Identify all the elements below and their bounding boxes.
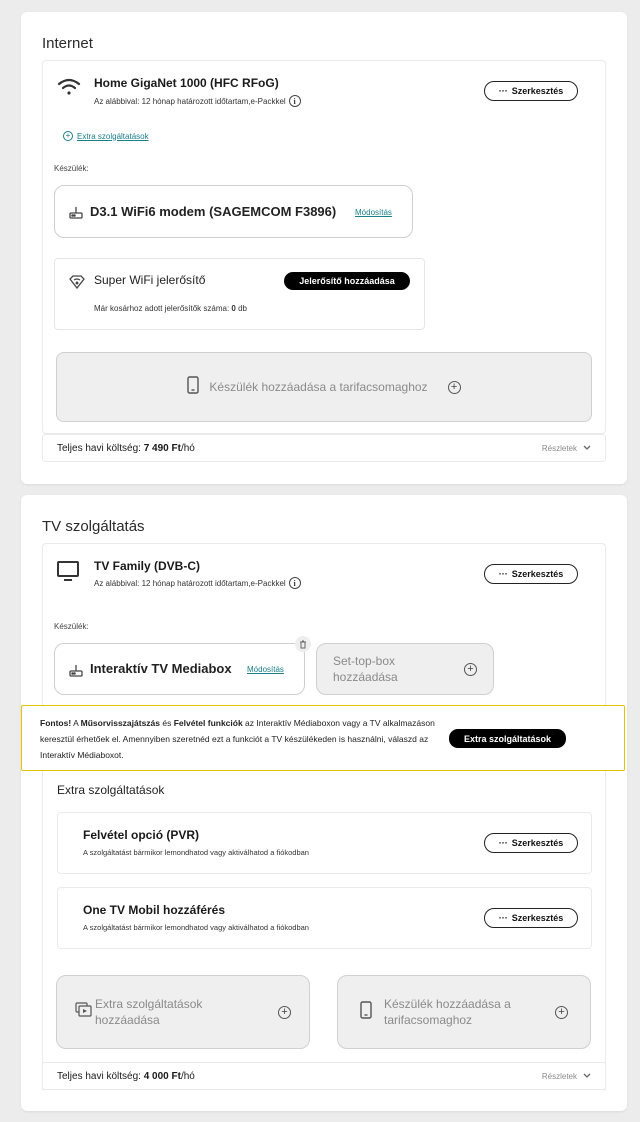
- details-label: Részletek: [541, 443, 577, 453]
- edit-button[interactable]: ··· Szerkesztés: [484, 833, 578, 853]
- extras-icon: [75, 1001, 93, 1023]
- details-toggle[interactable]: Részletek: [542, 444, 591, 453]
- tv-total-row: Teljes havi költség: 4 000 Ft /hó Részle…: [42, 1062, 606, 1090]
- booster-count-unit: db: [238, 304, 247, 313]
- extra-desc: A szolgáltatást bármikor lemondhatod vag…: [83, 848, 309, 857]
- edit-button-label: Szerkesztés: [511, 913, 564, 923]
- extra-services-link[interactable]: + Extra szolgáltatások: [63, 131, 149, 141]
- service-subtitle-text: Az alábbival: 12 hónap határozott időtar…: [94, 96, 286, 106]
- add-device-label: Készülék hozzáadása a tarifacsomaghoz: [384, 997, 511, 1027]
- phone-icon: [187, 375, 200, 399]
- edit-button-label: Szerkesztés: [511, 569, 564, 579]
- section-title-internet: Internet: [42, 35, 93, 52]
- edit-button-label: Szerkesztés: [511, 86, 564, 96]
- section-title-tv: TV szolgáltatás: [42, 518, 145, 535]
- chevron-down-icon: [583, 1072, 591, 1081]
- add-device-button[interactable]: Készülék hozzáadása a tarifacsomaghoz +: [56, 352, 592, 422]
- internet-section: Internet Home GigaNet 1000 (HFC RFoG) Az…: [21, 12, 627, 484]
- router-icon: [69, 205, 83, 224]
- total-amount: 7 490 Ft: [143, 442, 181, 454]
- edit-button[interactable]: ··· Szerkesztés: [484, 564, 578, 584]
- total-label: Teljes havi költség:: [57, 442, 141, 454]
- router-icon: [69, 663, 83, 682]
- edit-button-label: Szerkesztés: [511, 838, 564, 848]
- notice-text: Fontos! A Műsorvisszajátszás és Felvétel…: [40, 715, 440, 763]
- trash-icon[interactable]: [295, 636, 311, 652]
- tv-service-card: TV Family (DVB-C) Az alábbival: 12 hónap…: [21, 543, 625, 1092]
- service-name: Home GigaNet 1000 (HFC RFoG): [94, 76, 279, 90]
- add-stb-label: Set-top-box hozzáadása: [333, 654, 398, 684]
- device-name: D3.1 WiFi6 modem (SAGEMCOM F3896): [90, 204, 337, 219]
- notice-extra-button[interactable]: Extra szolgáltatások: [449, 729, 566, 748]
- edit-button[interactable]: ··· Szerkesztés: [484, 81, 578, 101]
- add-device-button[interactable]: Készülék hozzáadása a tarifacsomaghoz +: [337, 975, 591, 1049]
- total-unit: /hó: [180, 442, 195, 454]
- total-label: Teljes havi költség:: [57, 1070, 141, 1082]
- service-subtitle-text: Az alábbival: 12 hónap határozott időtar…: [94, 578, 286, 588]
- tv-section: TV szolgáltatás TV Family (DVB-C) Az alá…: [21, 495, 627, 1111]
- modify-link[interactable]: Módosítás: [247, 665, 284, 674]
- device-label: Készülék:: [54, 164, 89, 173]
- more-dots-icon: ···: [498, 86, 508, 96]
- device-box: Interaktív TV Mediabox Módosítás: [54, 636, 311, 695]
- plus-circle-icon: +: [464, 662, 477, 676]
- booster-count-value: 0: [231, 304, 236, 313]
- device-label: Készülék:: [54, 622, 89, 631]
- booster-count-prefix: Már kosárhoz adott jelerősítők száma:: [94, 304, 230, 313]
- extra-name: One TV Mobil hozzáférés: [83, 903, 226, 917]
- tv-icon: [57, 561, 79, 586]
- add-extra-label: Extra szolgáltatások hozzáadása: [95, 997, 203, 1027]
- notice-t4: és: [160, 718, 174, 728]
- extra-item: Felvétel opció (PVR) A szolgáltatást bár…: [57, 812, 592, 874]
- notice-box: Fontos! A Műsorvisszajátszás és Felvétel…: [21, 705, 625, 771]
- service-name: TV Family (DVB-C): [94, 559, 201, 573]
- service-subtitle: Az alábbival: 12 hónap határozott időtar…: [94, 95, 301, 107]
- extra-desc: A szolgáltatást bármikor lemondhatod vag…: [83, 923, 309, 932]
- device-name: Interaktív TV Mediabox: [90, 661, 232, 676]
- total-amount: 4 000 Ft: [143, 1070, 181, 1082]
- more-dots-icon: ···: [498, 838, 508, 848]
- internet-service-card: Home GigaNet 1000 (HFC RFoG) Az alábbiva…: [42, 60, 606, 434]
- extra-name: Felvétel opció (PVR): [83, 828, 200, 842]
- booster-count: Már kosárhoz adott jelerősítők száma: 0 …: [94, 304, 247, 313]
- edit-button[interactable]: ··· Szerkesztés: [484, 908, 578, 928]
- service-subtitle: Az alábbival: 12 hónap határozott időtar…: [94, 577, 301, 589]
- add-stb-button[interactable]: Set-top-box hozzáadása +: [316, 643, 494, 695]
- notice-t5: Felvétel funkciók: [173, 718, 243, 728]
- device-box: D3.1 WiFi6 modem (SAGEMCOM F3896) Módosí…: [54, 185, 413, 238]
- booster-name: Super WiFi jelerősítő: [94, 273, 206, 287]
- chevron-down-icon: [583, 444, 591, 453]
- details-label: Részletek: [541, 1071, 577, 1081]
- wifi-diamond-icon: [69, 275, 85, 294]
- plus-circle-icon: +: [555, 1005, 568, 1019]
- info-icon[interactable]: i: [288, 577, 301, 589]
- phone-icon: [360, 1000, 372, 1024]
- booster-box: Super WiFi jelerősítő Jelerősítő hozzáad…: [54, 258, 425, 330]
- extras-title: Extra szolgáltatások: [57, 783, 165, 797]
- more-dots-icon: ···: [498, 569, 508, 579]
- add-device-label: Készülék hozzáadása a tarifacsomaghoz: [209, 380, 428, 394]
- wifi-icon: [57, 77, 81, 102]
- notice-t1: Fontos!: [40, 718, 72, 728]
- extra-item: One TV Mobil hozzáférés A szolgáltatást …: [57, 887, 592, 949]
- details-toggle[interactable]: Részletek: [542, 1072, 591, 1081]
- plus-circle-icon: +: [278, 1005, 291, 1019]
- internet-total-row: Teljes havi költség: 7 490 Ft /hó Részle…: [42, 434, 606, 462]
- extra-services-link-label: Extra szolgáltatások: [77, 131, 149, 141]
- modify-link[interactable]: Módosítás: [355, 208, 392, 217]
- plus-circle-icon: +: [447, 380, 461, 394]
- info-icon[interactable]: i: [288, 95, 301, 107]
- add-booster-button[interactable]: Jelerősítő hozzáadása: [284, 272, 410, 290]
- total-unit: /hó: [180, 1070, 195, 1082]
- plus-circle-icon: +: [63, 131, 73, 141]
- notice-t3: Műsorvisszajátszás: [80, 718, 161, 728]
- add-extra-button[interactable]: Extra szolgáltatások hozzáadása +: [56, 975, 310, 1049]
- more-dots-icon: ···: [498, 913, 508, 923]
- notice-t2: A: [71, 718, 81, 728]
